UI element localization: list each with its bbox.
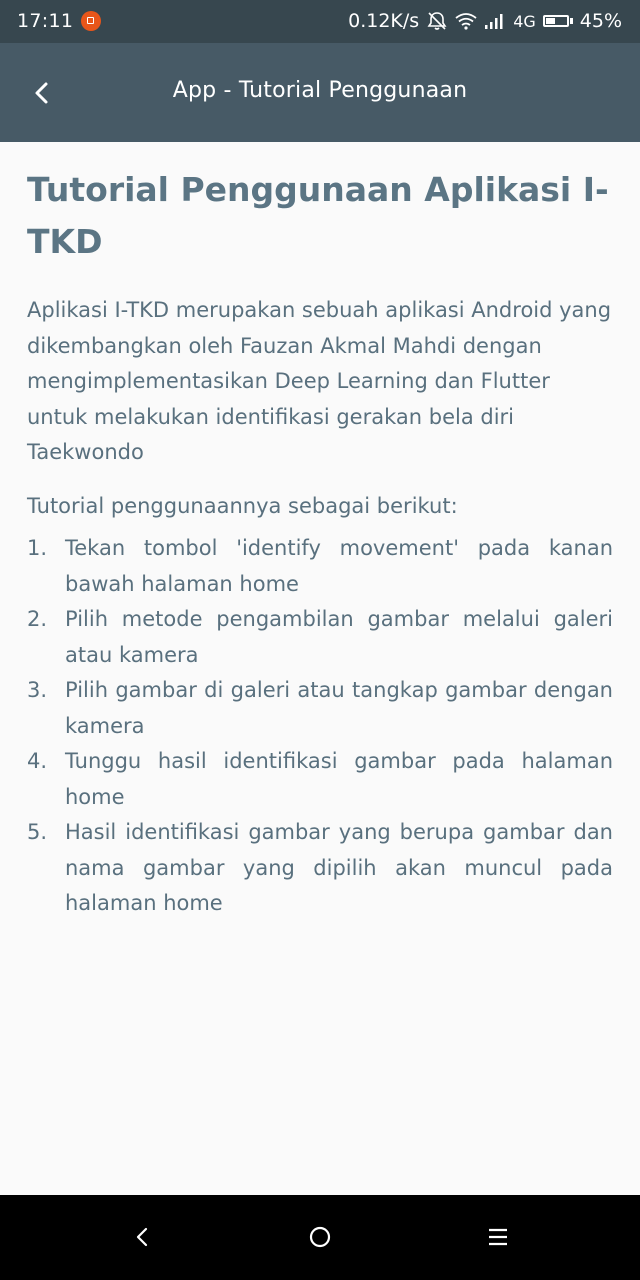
steps-list: 1. Tekan tombol 'identify movement' pada…	[27, 531, 613, 922]
battery-icon	[542, 15, 573, 27]
step-number: 1.	[27, 536, 48, 560]
network-speed: 0.12K/s	[348, 10, 420, 32]
tutorial-content: Tutorial Penggunaan Aplikasi I-TKD Aplik…	[27, 142, 613, 922]
status-right: 0.12K/s 4G 45%	[348, 10, 622, 32]
app-bar-title: App - Tutorial Penggunaan	[172, 78, 468, 103]
step-text: Tunggu hasil identifikasi gambar pada ha…	[65, 749, 613, 809]
list-item: 5. Hasil identifikasi gambar yang berupa…	[27, 815, 613, 922]
battery-fill	[545, 18, 555, 24]
alarm-off-icon	[426, 10, 448, 32]
signal-icon	[484, 13, 506, 29]
menu-nav-icon	[489, 1228, 507, 1246]
step-number: 5.	[27, 820, 48, 844]
status-left: 17:11	[17, 10, 102, 32]
step-text: Hasil identifikasi gambar yang berupa ga…	[65, 820, 613, 915]
list-item: 3. Pilih gambar di galeri atau tangkap g…	[27, 673, 613, 744]
network-type: 4G	[513, 11, 536, 31]
step-text: Pilih gambar di galeri atau tangkap gamb…	[65, 678, 613, 738]
nav-back-button[interactable]	[118, 1215, 166, 1259]
nav-menu-button[interactable]	[474, 1215, 522, 1259]
battery-tip	[569, 18, 573, 24]
app-bar: App - Tutorial Penggunaan	[0, 43, 640, 142]
home-nav-icon	[309, 1226, 331, 1248]
intro-paragraph: Aplikasi I-TKD merupakan sebuah aplikasi…	[27, 298, 612, 464]
steps-heading: Tutorial penggunaannya sebagai berikut:	[27, 493, 458, 518]
nav-home-button[interactable]	[296, 1215, 344, 1259]
battery-percent: 45%	[579, 10, 622, 32]
list-item: 4. Tunggu hasil identifikasi gambar pada…	[27, 744, 613, 815]
wifi-icon	[455, 12, 477, 30]
screen: 17:11 0.12K/s 4G 45% App - Tutorial Peng…	[0, 0, 640, 1280]
page-title: Tutorial Penggunaan Aplikasi I-TKD	[27, 170, 609, 261]
step-number: 3.	[27, 678, 48, 702]
notification-icon	[81, 11, 102, 31]
status-bar: 17:11 0.12K/s 4G 45%	[0, 0, 640, 43]
back-nav-icon	[136, 1227, 148, 1247]
system-nav-bar	[0, 1195, 640, 1280]
status-time: 17:11	[17, 10, 74, 32]
step-text: Tekan tombol 'identify movement' pada ka…	[65, 536, 613, 596]
list-item: 2. Pilih metode pengambilan gambar melal…	[27, 602, 613, 673]
list-item: 1. Tekan tombol 'identify movement' pada…	[27, 531, 613, 602]
step-number: 4.	[27, 749, 48, 773]
battery-body	[542, 15, 569, 27]
step-text: Pilih metode pengambilan gambar melalui …	[65, 607, 613, 667]
step-number: 2.	[27, 607, 48, 631]
